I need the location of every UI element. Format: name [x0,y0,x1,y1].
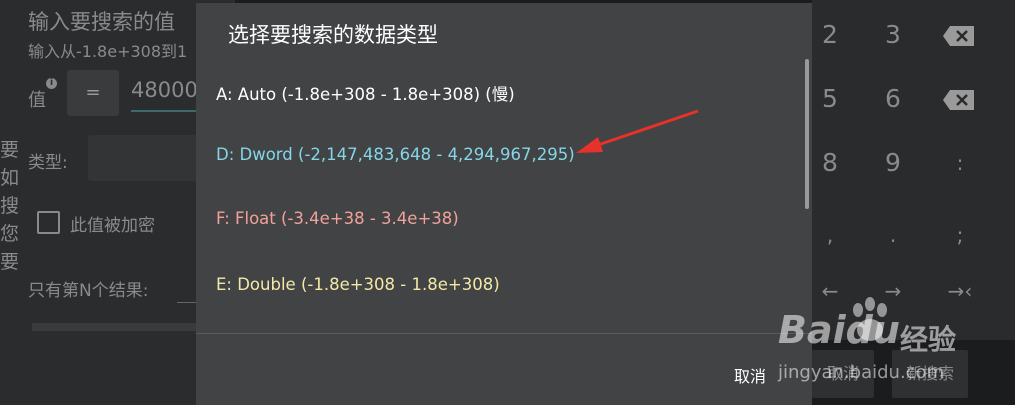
key-6[interactable]: 6 [863,74,923,124]
scrollbar[interactable] [805,59,809,209]
option-float[interactable]: F: Float (-3.4e+38 - 3.4e+38) [216,209,459,228]
paw-icon [853,297,887,341]
option-double[interactable]: E: Double (-1.8e+308 - 1.8e+308) [216,275,500,294]
type-label: 类型: [28,153,68,173]
value-input[interactable]: 48000 [131,78,201,112]
side-text: 要 如 搜 您 要 [0,139,20,273]
backspace-icon[interactable] [942,89,976,111]
value-label: 值 [28,90,46,111]
watermark-url: jingyan.baidu.com [778,362,945,383]
search-panel-subtitle: 输入从-1.8e+308到1 [28,42,188,61]
key-3[interactable]: 3 [863,10,923,60]
option-auto[interactable]: A: Auto (-1.8e+308 - 1.8e+308) (慢) [216,81,515,105]
type-select[interactable] [88,135,208,181]
cancel-button[interactable]: 取消 [734,363,766,387]
data-type-dialog: 选择要搜索的数据类型 A: Auto (-1.8e+308 - 1.8e+308… [196,3,812,405]
key-period[interactable]: . [863,210,923,260]
encrypted-checkbox-label: 此值被加密 [70,216,155,236]
dialog-title: 选择要搜索的数据类型 [228,23,438,47]
backspace-icon[interactable] [942,25,976,47]
annotation-arrow [576,109,699,153]
key-semicolon[interactable]: ; [930,210,990,260]
divider [32,323,202,331]
encrypted-checkbox[interactable] [37,211,60,234]
option-dword[interactable]: D: Dword (-2,147,483,648 - 4,294,967,295… [216,145,575,164]
key-swap[interactable]: →‹ [930,266,990,316]
operator-button[interactable]: = [67,70,119,116]
dialog-divider [196,333,812,334]
nth-result-label: 只有第N个结果: [28,281,149,301]
key-colon[interactable]: : [930,138,990,188]
key-9[interactable]: 9 [863,138,923,188]
info-icon[interactable]: i [46,78,57,89]
search-panel-title: 输入要搜索的值 [28,10,175,34]
watermark-cn: 经验 [900,323,957,356]
